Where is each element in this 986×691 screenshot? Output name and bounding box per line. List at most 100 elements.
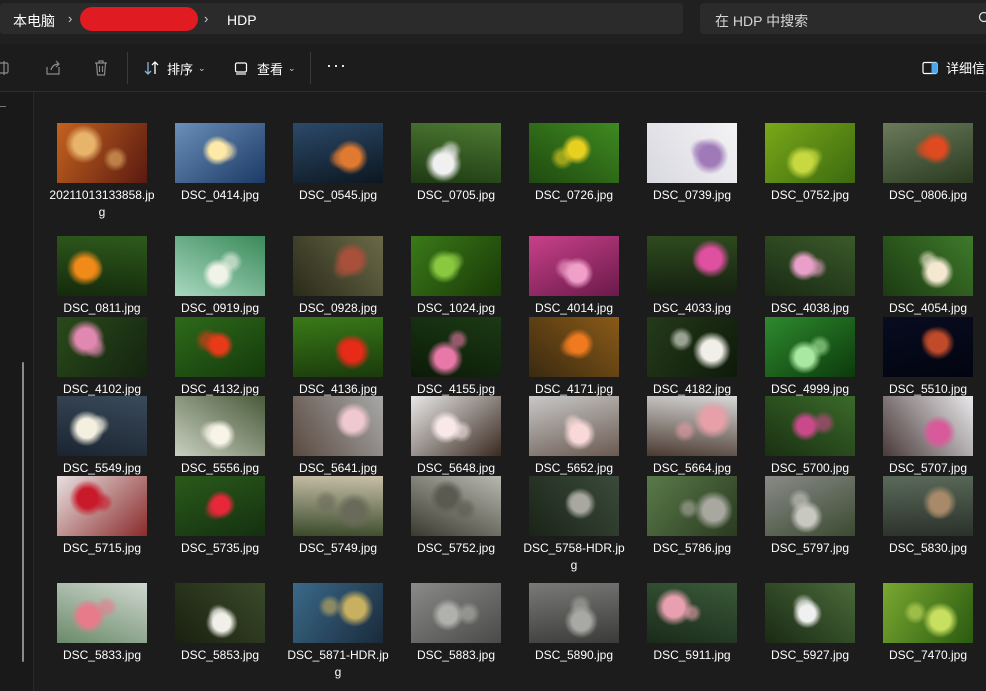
file-name: DSC_4033.jpg <box>652 301 732 315</box>
file-item[interactable]: DSC_5758-HDR.jpg <box>507 476 625 572</box>
image-thumbnail[interactable] <box>57 123 147 183</box>
image-thumbnail[interactable] <box>411 317 501 377</box>
image-thumbnail[interactable] <box>175 236 265 296</box>
file-item[interactable]: DSC_5715.jpg <box>35 476 153 572</box>
image-thumbnail[interactable] <box>293 317 383 377</box>
image-thumbnail[interactable] <box>57 476 147 536</box>
image-thumbnail[interactable] <box>175 317 265 377</box>
file-name: DSC_5752.jpg <box>416 541 496 555</box>
nav-scrollbar[interactable] <box>22 362 24 662</box>
file-grid[interactable]: 20211013133858.jpg DSC_0414.jpg DSC_0545.j… <box>35 92 986 691</box>
view-button[interactable]: 查看 ⌄ <box>234 57 296 79</box>
image-thumbnail[interactable] <box>647 583 737 643</box>
sort-button[interactable]: 排序 ⌄ <box>144 57 206 79</box>
file-item[interactable]: DSC_5853.jpg <box>153 583 271 679</box>
image-thumbnail[interactable] <box>765 236 855 296</box>
image-thumbnail[interactable] <box>57 583 147 643</box>
image-thumbnail[interactable] <box>883 236 973 296</box>
image-thumbnail[interactable] <box>883 396 973 456</box>
image-thumbnail[interactable] <box>175 396 265 456</box>
breadcrumb-this-pc[interactable]: 本电脑 <box>13 11 55 31</box>
file-item[interactable]: DSC_7470.jpg <box>861 583 979 679</box>
more-options-button[interactable]: ··· <box>326 56 347 74</box>
file-item[interactable]: DSC_0545.jpg <box>271 123 389 219</box>
search-icon[interactable] <box>978 11 986 25</box>
image-thumbnail[interactable] <box>411 236 501 296</box>
image-thumbnail[interactable] <box>647 476 737 536</box>
image-thumbnail[interactable] <box>529 396 619 456</box>
rename-icon[interactable] <box>0 58 14 78</box>
image-thumbnail[interactable] <box>529 476 619 536</box>
file-item[interactable]: DSC_5871-HDR.jpg <box>271 583 389 679</box>
image-thumbnail[interactable] <box>765 317 855 377</box>
file-name: DSC_5830.jpg <box>888 541 968 555</box>
file-name: DSC_4038.jpg <box>770 301 850 315</box>
breadcrumb-hdp[interactable]: HDP <box>227 12 257 28</box>
file-item[interactable]: 20211013133858.jpg <box>35 123 155 219</box>
search-box[interactable]: 在 HDP 中搜索 <box>700 3 986 34</box>
address-bar[interactable]: 本电脑 › › HDP <box>0 3 683 34</box>
file-item[interactable]: DSC_5830.jpg <box>861 476 979 572</box>
share-icon[interactable] <box>43 58 63 78</box>
image-thumbnail[interactable] <box>883 476 973 536</box>
image-thumbnail[interactable] <box>57 396 147 456</box>
image-thumbnail[interactable] <box>57 317 147 377</box>
image-thumbnail[interactable] <box>411 396 501 456</box>
breadcrumb-separator[interactable]: › <box>68 11 72 26</box>
image-thumbnail[interactable] <box>175 476 265 536</box>
file-name: DSC_5786.jpg <box>652 541 732 555</box>
file-item[interactable]: DSC_5927.jpg <box>743 583 861 679</box>
image-thumbnail[interactable] <box>765 396 855 456</box>
file-item[interactable]: DSC_0414.jpg <box>153 123 271 219</box>
file-item[interactable]: DSC_0752.jpg <box>743 123 861 219</box>
image-thumbnail[interactable] <box>883 583 973 643</box>
image-thumbnail[interactable] <box>765 476 855 536</box>
image-thumbnail[interactable] <box>175 583 265 643</box>
sort-label: 排序 <box>167 61 194 77</box>
file-item[interactable]: DSC_0726.jpg <box>507 123 625 219</box>
file-item[interactable]: DSC_5786.jpg <box>625 476 743 572</box>
image-thumbnail[interactable] <box>529 317 619 377</box>
image-thumbnail[interactable] <box>529 236 619 296</box>
details-label: 详细信息 <box>946 61 986 76</box>
file-name: DSC_0705.jpg <box>416 188 496 202</box>
image-thumbnail[interactable] <box>411 583 501 643</box>
image-thumbnail[interactable] <box>765 583 855 643</box>
image-thumbnail[interactable] <box>647 236 737 296</box>
image-thumbnail[interactable] <box>647 123 737 183</box>
image-thumbnail[interactable] <box>647 317 737 377</box>
image-thumbnail[interactable] <box>765 123 855 183</box>
file-item[interactable]: DSC_5797.jpg <box>743 476 861 572</box>
file-item[interactable]: DSC_0739.jpg <box>625 123 743 219</box>
image-thumbnail[interactable] <box>411 476 501 536</box>
file-item[interactable]: DSC_5749.jpg <box>271 476 389 572</box>
image-thumbnail[interactable] <box>293 236 383 296</box>
image-thumbnail[interactable] <box>529 583 619 643</box>
image-thumbnail[interactable] <box>293 123 383 183</box>
details-pane-button[interactable]: 详细信息 <box>922 58 986 77</box>
file-item[interactable]: DSC_5911.jpg <box>625 583 743 679</box>
file-item[interactable]: DSC_5890.jpg <box>507 583 625 679</box>
image-thumbnail[interactable] <box>293 476 383 536</box>
file-item[interactable]: DSC_5883.jpg <box>389 583 507 679</box>
file-item[interactable]: DSC_5833.jpg <box>35 583 153 679</box>
image-thumbnail[interactable] <box>647 396 737 456</box>
file-name: DSC_5556.jpg <box>180 461 260 475</box>
file-item[interactable]: DSC_0806.jpg <box>861 123 979 219</box>
delete-icon[interactable] <box>91 58 111 78</box>
image-thumbnail[interactable] <box>293 583 383 643</box>
file-item[interactable]: DSC_0705.jpg <box>389 123 507 219</box>
image-thumbnail[interactable] <box>175 123 265 183</box>
file-item[interactable]: DSC_5752.jpg <box>389 476 507 572</box>
image-thumbnail[interactable] <box>57 236 147 296</box>
image-thumbnail[interactable] <box>293 396 383 456</box>
image-thumbnail[interactable] <box>529 123 619 183</box>
navigation-pane[interactable] <box>0 92 34 691</box>
nav-divider <box>0 106 6 107</box>
breadcrumb-separator[interactable]: › <box>204 11 208 26</box>
search-placeholder[interactable]: 在 HDP 中搜索 <box>715 11 808 31</box>
image-thumbnail[interactable] <box>883 123 973 183</box>
image-thumbnail[interactable] <box>411 123 501 183</box>
image-thumbnail[interactable] <box>883 317 973 377</box>
file-item[interactable]: DSC_5735.jpg <box>153 476 271 572</box>
